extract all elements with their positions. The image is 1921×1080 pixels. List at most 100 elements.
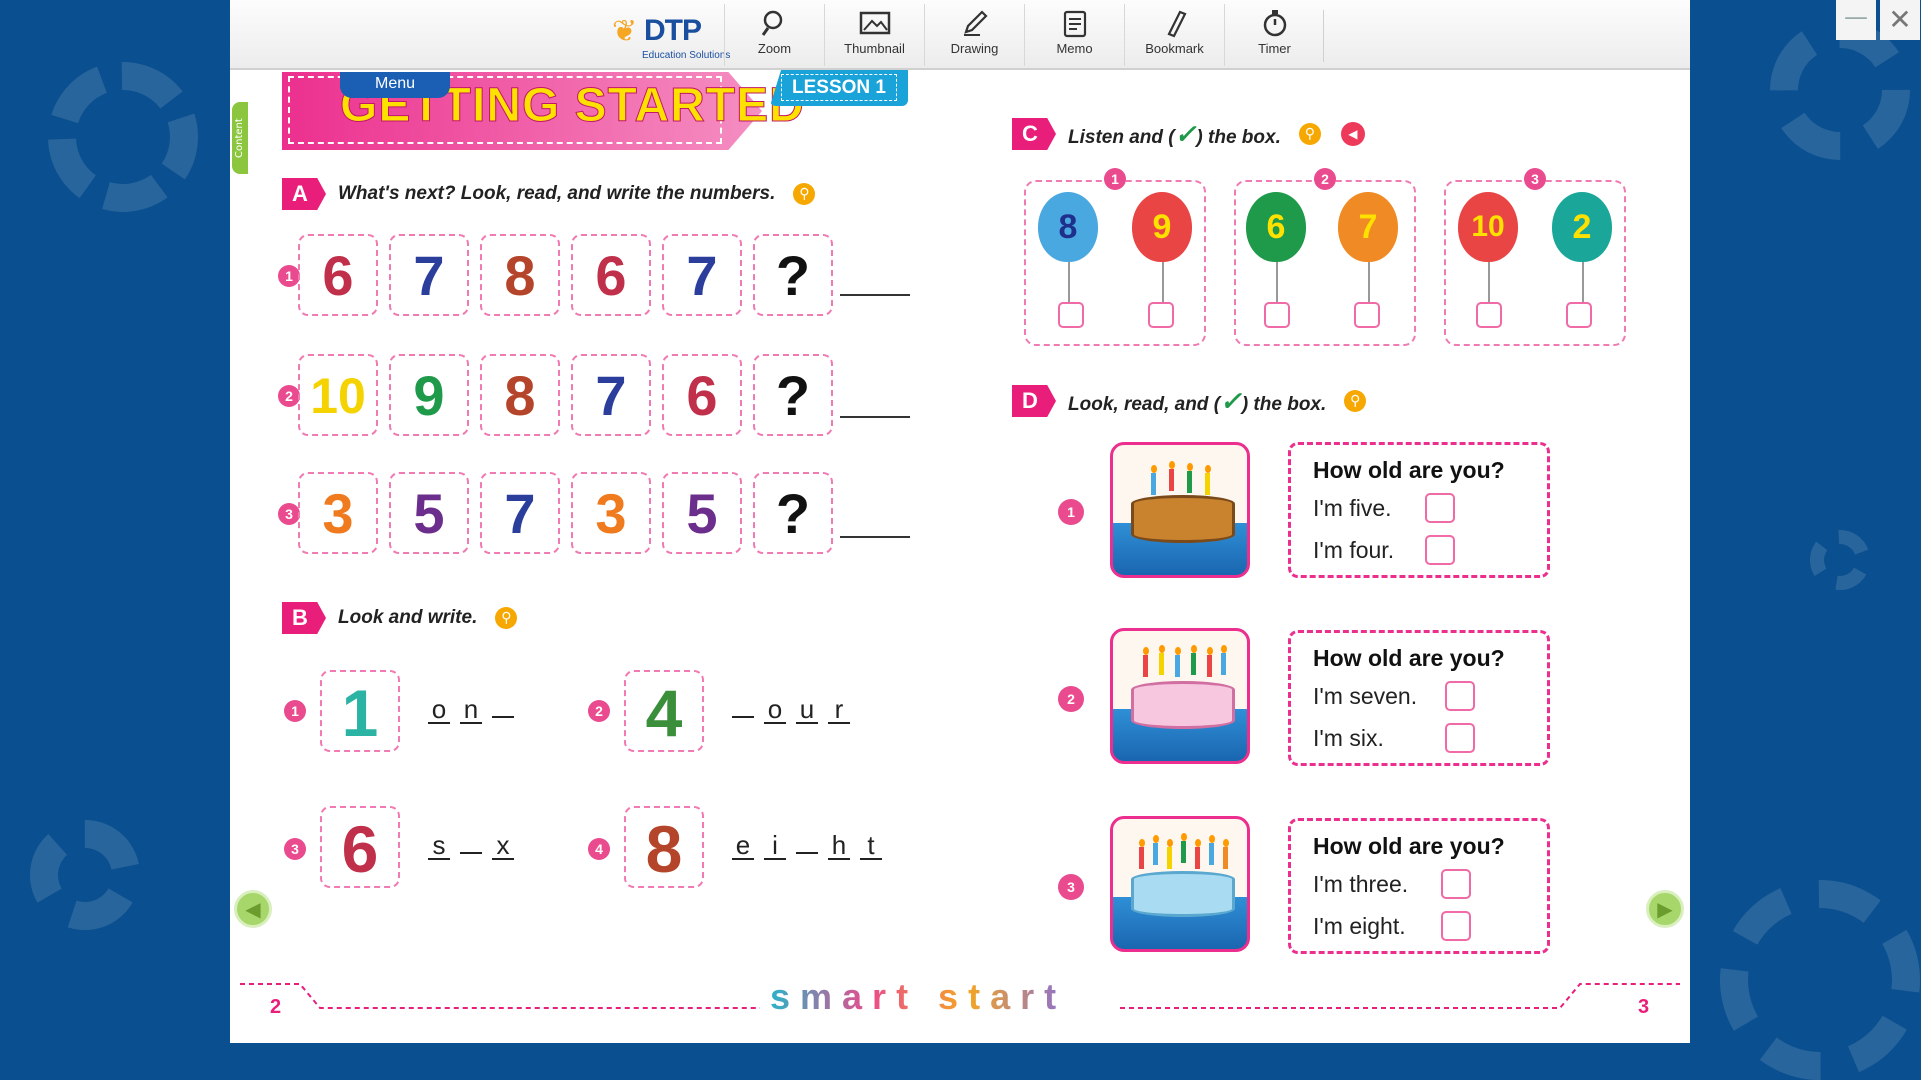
sequence-item: 7 [389, 234, 469, 316]
lesson-label: LESSON 1 [781, 74, 897, 101]
speaker-icon[interactable]: ◀ [1340, 122, 1365, 146]
checkbox[interactable] [1264, 302, 1290, 328]
section-badge: C [1012, 118, 1056, 150]
section-b-header: B Look and write. ⚲ [282, 602, 518, 634]
page-number-left: 2 [270, 996, 282, 1018]
sequence-item: 7 [571, 354, 651, 436]
answer-key-icon[interactable]: ⚲ [495, 607, 518, 629]
letter-slot: x [492, 832, 514, 860]
item-number: 3 [284, 838, 306, 860]
previous-page-button[interactable]: ◀ [234, 890, 272, 928]
checkbox[interactable] [1425, 493, 1455, 523]
question-text: How old are you? [1313, 457, 1505, 483]
timer-button[interactable]: Timer [1224, 4, 1324, 66]
section-badge: A [282, 178, 326, 210]
answer-key-icon[interactable]: ⚲ [1298, 123, 1321, 145]
checkbox[interactable] [1445, 681, 1475, 711]
footer-brand: smart start [770, 976, 1067, 1017]
section-badge: D [1012, 385, 1056, 417]
item-number: 1 [1058, 499, 1084, 525]
section-a-header: A What's next? Look, read, and write the… [282, 178, 816, 210]
letter-slot: u [796, 696, 818, 724]
balloon-string [1162, 262, 1164, 302]
word-blanks[interactable]: ei ht [732, 830, 892, 861]
answer-option: I'm seven. [1313, 683, 1418, 709]
zoom-button[interactable]: Zoom [724, 4, 824, 66]
balloon: 9 [1132, 192, 1192, 262]
question-box: How old are you? I'm three. I'm eight. [1288, 818, 1550, 954]
checkbox[interactable] [1566, 302, 1592, 328]
next-page-button[interactable]: ▶ [1646, 890, 1684, 928]
letter-slot: r [828, 696, 850, 724]
menu-button[interactable]: Menu [340, 72, 450, 98]
answer-key-icon[interactable]: ⚲ [793, 183, 816, 205]
letter-slot[interactable] [460, 852, 482, 854]
tool-label: Thumbnail [844, 41, 905, 56]
answer-blank[interactable] [840, 294, 910, 296]
background-decoration [48, 62, 198, 212]
word-blanks[interactable]: our [732, 694, 860, 725]
checkbox[interactable] [1441, 869, 1471, 899]
sequence-item: 3 [298, 472, 378, 554]
item-number: 2 [588, 700, 610, 722]
word-blanks[interactable]: on [428, 694, 524, 725]
checkbox[interactable] [1476, 302, 1502, 328]
answer-option: I'm four. [1313, 537, 1395, 563]
answer-blank[interactable] [840, 416, 910, 418]
dtp-logo: ❦ DTP Education Solutions [612, 8, 730, 64]
toolbar: ❦ DTP Education Solutions Zoom Thumbnail… [230, 0, 1690, 70]
letter-slot: n [460, 696, 482, 724]
item-number: 4 [588, 838, 610, 860]
memo-icon [1063, 10, 1086, 38]
logo-mark-icon: ❦ [612, 14, 638, 49]
balloon-string [1068, 262, 1070, 302]
thumbnail-button[interactable]: Thumbnail [824, 4, 924, 66]
letter-slot: o [428, 696, 450, 724]
logo-text: DTP [644, 14, 702, 47]
section-instruction: Listen and (✓) the box. [1068, 118, 1281, 149]
section-instruction: Look and write. [338, 607, 478, 628]
letter-slot[interactable] [796, 852, 818, 854]
bookmark-button[interactable]: Bookmark [1124, 4, 1224, 66]
letter-slot: e [732, 832, 754, 860]
lesson-badge: LESSON 1 [770, 70, 908, 106]
letter-slot: h [828, 832, 850, 860]
content-tab[interactable]: Content [232, 102, 248, 174]
memo-button[interactable]: Memo [1024, 4, 1124, 66]
question-box: How old are you? I'm five. I'm four. [1288, 442, 1550, 578]
letter-slot[interactable] [732, 716, 754, 718]
sequence-item: 7 [480, 472, 560, 554]
sequence-item: 7 [662, 234, 742, 316]
chevron-right-icon: ▶ [1657, 897, 1673, 921]
tool-label: Zoom [757, 41, 792, 56]
balloon: 7 [1338, 192, 1398, 262]
tool-label: Memo [1056, 41, 1093, 56]
balloon-group: 3 10 2 [1444, 168, 1626, 346]
sequence-item: 8 [480, 354, 560, 436]
balloon-string [1368, 262, 1370, 302]
letter-slot[interactable] [492, 716, 514, 718]
digit-card: 1 [320, 670, 400, 752]
answer-option: I'm six. [1313, 725, 1384, 751]
close-button[interactable]: ✕ [1880, 0, 1920, 40]
checkbox[interactable] [1441, 911, 1471, 941]
checkbox[interactable] [1425, 535, 1455, 565]
sequence-item: 10 [298, 354, 378, 436]
digit-card: 8 [624, 806, 704, 888]
answer-blank[interactable] [840, 536, 910, 538]
drawing-button[interactable]: Drawing [924, 4, 1024, 66]
checkbox[interactable] [1445, 723, 1475, 753]
balloon-group: 2 6 7 [1234, 168, 1416, 346]
checkbox[interactable] [1354, 302, 1380, 328]
sequence-question: ? [753, 234, 833, 316]
group-number: 1 [1104, 168, 1126, 190]
answer-key-icon[interactable]: ⚲ [1344, 390, 1367, 412]
sequence-row: 6 7 8 6 7 ? [298, 234, 844, 316]
book-viewer: ❦ DTP Education Solutions Zoom Thumbnail… [230, 0, 1690, 1043]
checkbox[interactable] [1148, 302, 1174, 328]
word-blanks[interactable]: sx [428, 830, 524, 861]
minimize-button[interactable]: — [1836, 0, 1876, 40]
letter-slot: i [764, 832, 786, 860]
question-box: How old are you? I'm seven. I'm six. [1288, 630, 1550, 766]
checkbox[interactable] [1058, 302, 1084, 328]
